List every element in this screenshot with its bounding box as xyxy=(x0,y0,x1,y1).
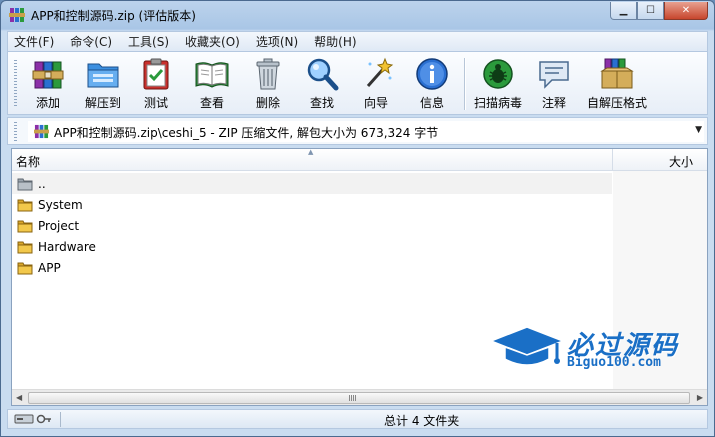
close-icon: ✕ xyxy=(681,5,691,16)
folder-icon xyxy=(17,220,33,232)
menu-options[interactable]: 选项(N) xyxy=(256,33,298,50)
add-books-icon xyxy=(32,61,64,89)
scroll-right-icon[interactable]: ▶ xyxy=(697,393,703,402)
wizard-wand-icon xyxy=(366,57,394,87)
extract-folder-icon xyxy=(87,63,119,88)
folder-icon xyxy=(17,262,33,274)
status-summary: 总计 4 文件夹 xyxy=(384,414,460,428)
find-button[interactable]: 查找 xyxy=(300,56,344,112)
column-size-header[interactable]: 大小 xyxy=(669,153,693,170)
view-book-icon xyxy=(195,62,229,88)
delete-button[interactable]: 删除 xyxy=(246,56,290,112)
view-button[interactable]: 查看 xyxy=(188,56,236,112)
info-button[interactable]: 信息 xyxy=(410,56,454,112)
status-separator xyxy=(60,412,61,427)
window-title: APP和控制源码.zip (评估版本) xyxy=(31,9,196,23)
watermark-logo: 必过源码 Biguo100.com xyxy=(487,323,687,373)
scrollbar-thumb[interactable] xyxy=(28,392,690,404)
sort-indicator-icon: ▲ xyxy=(308,148,314,156)
scan-virus-label: 扫描病毒 xyxy=(473,96,522,110)
list-header: ▲ 名称 大小 xyxy=(12,148,707,171)
list-item[interactable]: Project xyxy=(12,215,612,236)
list-item[interactable]: Hardware xyxy=(12,236,612,257)
test-clipboard-icon xyxy=(143,58,169,90)
close-button[interactable]: ✕ xyxy=(664,2,708,20)
title-bar[interactable]: APP和控制源码.zip (评估版本) ▁ ☐ ✕ xyxy=(1,1,714,29)
menu-favorites[interactable]: 收藏夹(O) xyxy=(185,33,240,50)
wizard-label: 向导 xyxy=(363,96,388,110)
toolbar-grip[interactable] xyxy=(14,60,17,108)
item-name: .. xyxy=(38,176,46,191)
find-label: 查找 xyxy=(309,96,334,110)
toolbar-separator xyxy=(464,58,465,110)
column-name-header[interactable]: 名称 xyxy=(16,153,40,170)
menu-file[interactable]: 文件(F) xyxy=(14,33,54,50)
scroll-left-icon[interactable]: ◀ xyxy=(16,393,22,402)
address-bar: APP和控制源码.zip\ceshi_5 - ZIP 压缩文件, 解包大小为 6… xyxy=(7,117,708,145)
add-button[interactable]: 添加 xyxy=(26,56,70,112)
magnifier-icon xyxy=(307,58,339,91)
winrar-window: APP和控制源码.zip (评估版本) ▁ ☐ ✕ 文件(F) 命令(C) 工具… xyxy=(0,0,715,437)
horizontal-scrollbar[interactable]: ◀ ▶ xyxy=(12,389,707,405)
menu-commands[interactable]: 命令(C) xyxy=(70,33,112,50)
view-label: 查看 xyxy=(199,96,224,110)
folder-icon xyxy=(17,241,33,253)
address-path: APP和控制源码.zip\ceshi_5 - ZIP 压缩文件, 解包大小为 6… xyxy=(54,126,439,140)
graduation-cap-icon xyxy=(488,326,565,366)
item-name: APP xyxy=(38,260,61,275)
folder-icon xyxy=(17,199,33,211)
toolbar: 添加 解压到 测试 查看 删除 查找 向导 信息 扫描病毒 注释 自解压格式 xyxy=(7,51,708,115)
extract-to-button[interactable]: 解压到 xyxy=(78,56,128,112)
item-name: Project xyxy=(38,218,80,233)
status-icons xyxy=(14,413,52,425)
menu-tools[interactable]: 工具(S) xyxy=(128,33,169,50)
list-item[interactable]: APP xyxy=(12,257,612,278)
list-item[interactable]: .. xyxy=(12,173,612,194)
minimize-icon: ▁ xyxy=(619,5,628,16)
drive-icon[interactable] xyxy=(14,413,34,425)
item-name: Hardware xyxy=(38,239,96,254)
list-item[interactable]: System xyxy=(12,194,612,215)
comment-icon xyxy=(539,61,569,89)
minimize-button[interactable]: ▁ xyxy=(610,2,637,20)
menu-help[interactable]: 帮助(H) xyxy=(314,33,356,50)
sfx-box-icon xyxy=(600,58,634,89)
virus-scan-icon xyxy=(483,59,513,89)
address-grip[interactable] xyxy=(14,122,17,142)
add-label: 添加 xyxy=(35,96,60,110)
info-label: 信息 xyxy=(419,96,444,110)
menu-bar: 文件(F) 命令(C) 工具(S) 收藏夹(O) 选项(N) 帮助(H) xyxy=(7,31,708,51)
column-divider[interactable] xyxy=(612,149,613,171)
trash-icon xyxy=(256,58,280,90)
sfx-button[interactable]: 自解压格式 xyxy=(584,56,650,112)
maximize-button[interactable]: ☐ xyxy=(637,2,664,20)
delete-label: 删除 xyxy=(255,96,280,110)
status-bar: 总计 4 文件夹 xyxy=(7,409,708,429)
extract-to-label: 解压到 xyxy=(84,96,121,110)
scrollbar-grip xyxy=(349,395,357,401)
window-controls: ▁ ☐ ✕ xyxy=(610,2,708,20)
comment-button[interactable]: 注释 xyxy=(534,56,574,112)
archive-icon xyxy=(34,124,49,139)
item-name: System xyxy=(38,197,83,212)
test-button[interactable]: 测试 xyxy=(136,56,176,112)
scan-virus-button[interactable]: 扫描病毒 xyxy=(470,56,526,112)
info-icon xyxy=(416,58,448,90)
key-icon[interactable] xyxy=(36,413,52,425)
parent-folder-icon xyxy=(17,178,33,190)
comment-label: 注释 xyxy=(541,96,566,110)
wizard-button[interactable]: 向导 xyxy=(354,56,398,112)
watermark-subtitle: Biguo100.com xyxy=(567,355,661,370)
winrar-app-icon xyxy=(9,8,25,22)
chevron-down-icon[interactable]: ▼ xyxy=(695,125,702,135)
address-dropdown[interactable]: APP和控制源码.zip\ceshi_5 - ZIP 压缩文件, 解包大小为 6… xyxy=(28,121,704,142)
maximize-icon: ☐ xyxy=(646,5,655,16)
sfx-label: 自解压格式 xyxy=(586,96,647,110)
test-label: 测试 xyxy=(143,96,168,110)
